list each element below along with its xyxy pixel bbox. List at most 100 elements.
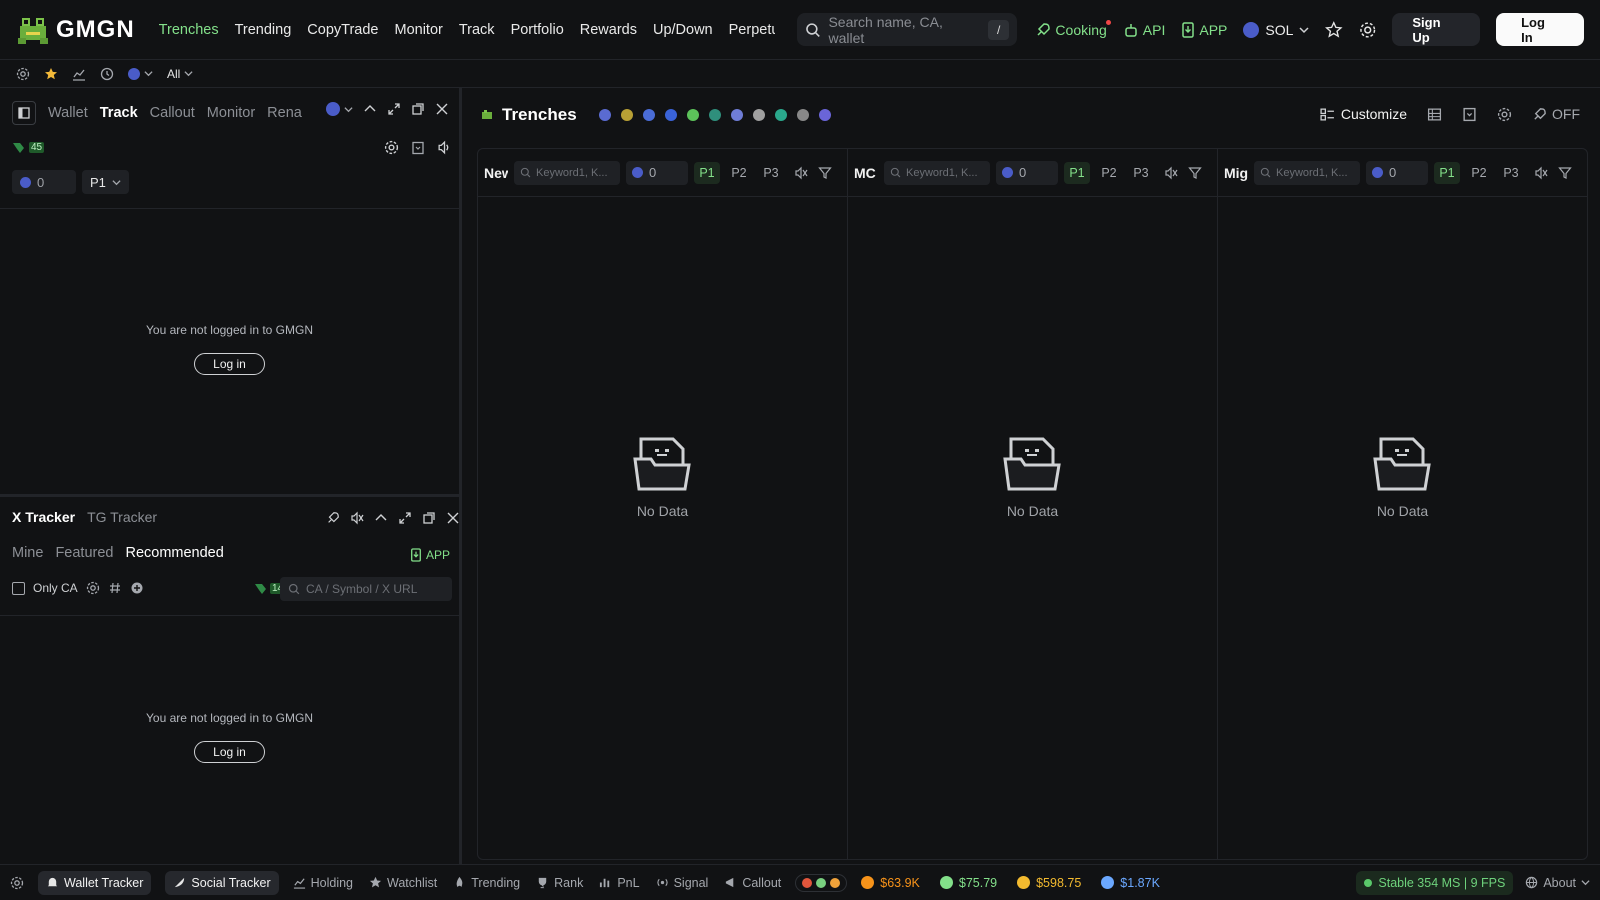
nav-link-trending[interactable]: Trending [235,22,292,38]
filter-badge-icon[interactable] [130,581,144,595]
wallet-login-button[interactable]: Log in [194,353,265,375]
social-app-link[interactable]: APP [410,548,450,562]
signup-button[interactable]: Sign Up [1392,13,1481,46]
filter-icon[interactable] [1558,166,1572,180]
subtab-featured[interactable]: Featured [55,545,113,561]
mute-icon[interactable] [350,511,364,525]
preset-selector[interactable]: P1 [82,170,129,194]
filter-icon[interactable] [1188,166,1202,180]
expand-icon[interactable] [398,511,412,525]
tab-x-tracker[interactable]: X Tracker [12,509,75,525]
api-link[interactable]: API [1123,22,1165,38]
collapse-up-icon[interactable] [374,511,388,525]
settings-icon[interactable] [16,67,30,81]
rocket-icon[interactable] [326,511,340,525]
bookmark-icon[interactable] [411,141,425,155]
tab-rena[interactable]: Rena [267,105,302,121]
preset-p2[interactable]: P2 [1466,162,1492,184]
mute-icon[interactable] [794,166,808,180]
keyword-search-input[interactable]: Keyword1, K... [884,160,990,185]
gear-icon[interactable] [1359,21,1376,39]
preset-p3[interactable]: P3 [758,162,784,184]
chain-2-icon[interactable] [620,109,633,121]
buy-amount-input[interactable]: 0 [996,160,1058,185]
preset-p2[interactable]: P2 [726,162,752,184]
price-item[interactable]: $598.75 [1017,876,1081,890]
chain-8-icon[interactable] [752,109,765,121]
mute-icon[interactable] [1534,166,1548,180]
price-item[interactable]: $75.79 [939,876,997,890]
chain-3-icon[interactable] [642,109,655,121]
buy-amount-input[interactable]: 0 [626,160,688,185]
nav-link-copytrade[interactable]: CopyTrade [307,22,378,38]
nav-link-rewards[interactable]: Rewards [580,22,637,38]
popout-icon[interactable] [422,511,436,525]
chain-4-icon[interactable] [664,109,677,121]
settings-icon[interactable] [86,581,100,595]
preset-p1[interactable]: P1 [1064,161,1090,184]
bottom-item-signal[interactable]: Signal [656,876,708,890]
all-filter[interactable]: All [167,67,193,81]
nav-link-track[interactable]: Track [459,22,495,38]
nav-link-portfolio[interactable]: Portfolio [511,22,564,38]
close-icon[interactable] [446,511,460,525]
preset-p1[interactable]: P1 [694,161,720,184]
search-input[interactable]: Search name, CA, wallet / [796,13,1018,46]
tab-track[interactable]: Track [100,105,138,121]
keyword-search-input[interactable]: Keyword1, K... [1254,160,1360,185]
nav-link-monitor[interactable]: Monitor [394,22,442,38]
bottom-item-pnl[interactable]: PnL [599,876,640,890]
customize-button[interactable]: Customize [1320,106,1407,122]
auto-toggle[interactable]: OFF [1532,106,1580,122]
login-button[interactable]: Log In [1496,13,1584,46]
preset-p3[interactable]: P3 [1498,162,1524,184]
tab-monitor[interactable]: Monitor [207,105,255,121]
layout-grid-icon[interactable] [1427,107,1442,122]
settings-icon[interactable] [384,140,399,155]
chart-line-icon[interactable] [72,67,86,81]
price-item[interactable]: $63.9K [861,876,920,890]
tab-callout[interactable]: Callout [150,105,195,121]
subtab-recommended[interactable]: Recommended [125,545,223,561]
collapse-up-icon[interactable] [363,102,377,116]
wallet-tracker-button[interactable]: Wallet Tracker [38,870,152,895]
wallet-amount-input[interactable]: 0 [12,170,76,194]
history-icon[interactable] [100,67,114,81]
close-icon[interactable] [435,102,449,116]
chain-9-icon[interactable] [774,109,787,121]
subtab-mine[interactable]: Mine [12,545,43,561]
bottom-item-rank[interactable]: Rank [536,876,583,890]
sound-icon[interactable] [437,140,452,155]
nav-link-perpetu[interactable]: Perpetu [729,22,775,38]
bookmark-icon[interactable] [1462,107,1477,122]
star-icon[interactable] [1325,20,1343,39]
filter-icon[interactable] [818,166,832,180]
chain-5-icon[interactable] [686,109,699,121]
preset-p1[interactable]: P1 [1434,161,1460,184]
chain-1-icon[interactable] [598,109,611,121]
tab-tg-tracker[interactable]: TG Tracker [87,509,157,525]
favorite-star-icon[interactable] [44,67,58,81]
chain-6-icon[interactable] [708,109,721,121]
expand-icon[interactable] [387,102,401,116]
app-link[interactable]: APP [1181,22,1227,38]
cooking-link[interactable]: Cooking [1035,19,1111,38]
popout-icon[interactable] [411,102,425,116]
nav-link-trenches[interactable]: Trenches [159,22,219,38]
chain-selector[interactable]: SOL [1243,21,1309,38]
chain-11-icon[interactable] [818,109,831,121]
logo[interactable]: GMGN [16,14,135,46]
tab-wallet[interactable]: Wallet [48,105,88,121]
preset-p2[interactable]: P2 [1096,162,1122,184]
mute-icon[interactable] [1164,166,1178,180]
bottom-item-watchlist[interactable]: Watchlist [369,876,437,890]
buy-amount-input[interactable]: 0 [1366,160,1428,185]
social-search-input[interactable]: CA / Symbol / X URL [280,577,452,601]
chain-10-icon[interactable] [796,109,809,121]
keyword-search-input[interactable]: Keyword1, K... [514,160,620,185]
bottom-item-holding[interactable]: Holding [293,876,353,890]
bottom-item-callout[interactable]: Callout [724,876,781,890]
token-icons[interactable] [795,873,848,892]
settings-icon[interactable] [10,876,24,890]
nav-link-updown[interactable]: Up/Down [653,22,713,38]
